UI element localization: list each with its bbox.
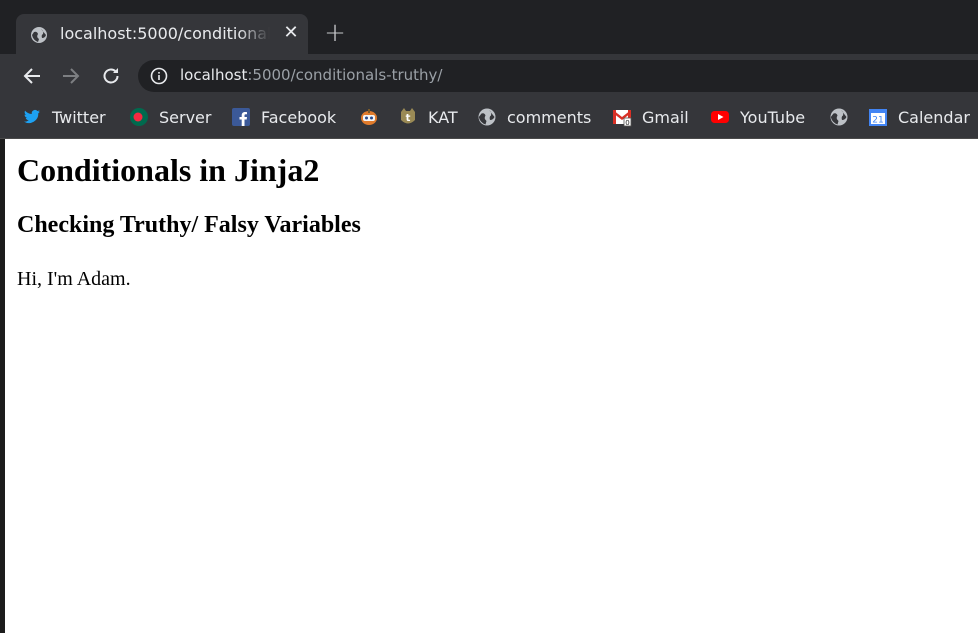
info-icon[interactable] [150, 67, 168, 85]
bookmark-globe[interactable] [829, 106, 859, 128]
page-title: Conditionals in Jinja2 [17, 152, 320, 188]
bookmark-facebook[interactable]: Facebook [231, 106, 336, 128]
globe-icon [30, 26, 48, 44]
tab-title: localhost:5000/conditionals-truthy/ [60, 24, 270, 43]
calendar-icon-day: 21 [872, 116, 883, 126]
greeting-text: Hi, I'm Adam. [17, 268, 131, 290]
url-host: localhost [180, 66, 248, 84]
svg-text:0: 0 [625, 119, 629, 127]
globe-icon [829, 107, 849, 127]
bookmark-label: YouTube [740, 107, 806, 127]
bookmark-label: Twitter [52, 107, 106, 127]
bookmark-label: comments [507, 107, 592, 127]
facebook-icon [231, 107, 251, 127]
url-text: localhost:5000/conditionals-truthy/ [180, 66, 442, 84]
browser-toolbar: localhost:5000/conditionals-truthy/ [0, 54, 978, 98]
bookmark-server[interactable]: Server [129, 106, 211, 128]
bookmark-twitter[interactable]: Twitter [22, 106, 106, 128]
bookmark-label: Gmail [642, 107, 689, 127]
browser-tab[interactable]: localhost:5000/conditionals-truthy/ ✕ [16, 14, 308, 54]
close-icon[interactable]: ✕ [280, 22, 302, 44]
bookmark-youtube[interactable]: YouTube [710, 106, 805, 128]
bookmark-gmail[interactable]: 0 Gmail [612, 106, 689, 128]
robot-icon [359, 107, 379, 127]
kat-icon: t [398, 107, 418, 127]
back-arrow-icon[interactable] [20, 64, 44, 88]
bookmark-label: Server [159, 107, 212, 127]
page-content: Conditionals in Jinja2 Checking Truthy/ … [5, 139, 978, 633]
globe-icon [477, 107, 497, 127]
bangladesh-flag-icon [129, 107, 149, 127]
bookmark-robot[interactable] [359, 106, 389, 128]
calendar-icon: 21 [868, 107, 888, 127]
url-path: :5000/conditionals-truthy/ [247, 66, 443, 84]
address-bar[interactable]: localhost:5000/conditionals-truthy/ [138, 60, 978, 92]
twitter-icon [22, 107, 42, 127]
bookmark-comments[interactable]: comments [477, 106, 591, 128]
bookmark-label: KAT [428, 107, 458, 127]
gmail-icon: 0 [612, 107, 632, 127]
svg-text:t: t [406, 113, 411, 124]
tab-strip: localhost:5000/conditionals-truthy/ ✕ + [0, 0, 978, 54]
youtube-icon [710, 107, 730, 127]
new-tab-button[interactable]: + [322, 20, 348, 46]
bookmark-label: Calendar [898, 107, 970, 127]
forward-arrow-icon[interactable] [59, 64, 83, 88]
page-subtitle: Checking Truthy/ Falsy Variables [17, 212, 361, 238]
bookmark-kat[interactable]: t KAT [398, 106, 458, 128]
bookmarks-bar: Twitter Server Facebook t KAT comments 0… [0, 98, 978, 139]
bookmark-label: Facebook [261, 107, 337, 127]
bookmark-calendar[interactable]: 21 Calendar [868, 106, 970, 128]
reload-icon[interactable] [99, 64, 123, 88]
